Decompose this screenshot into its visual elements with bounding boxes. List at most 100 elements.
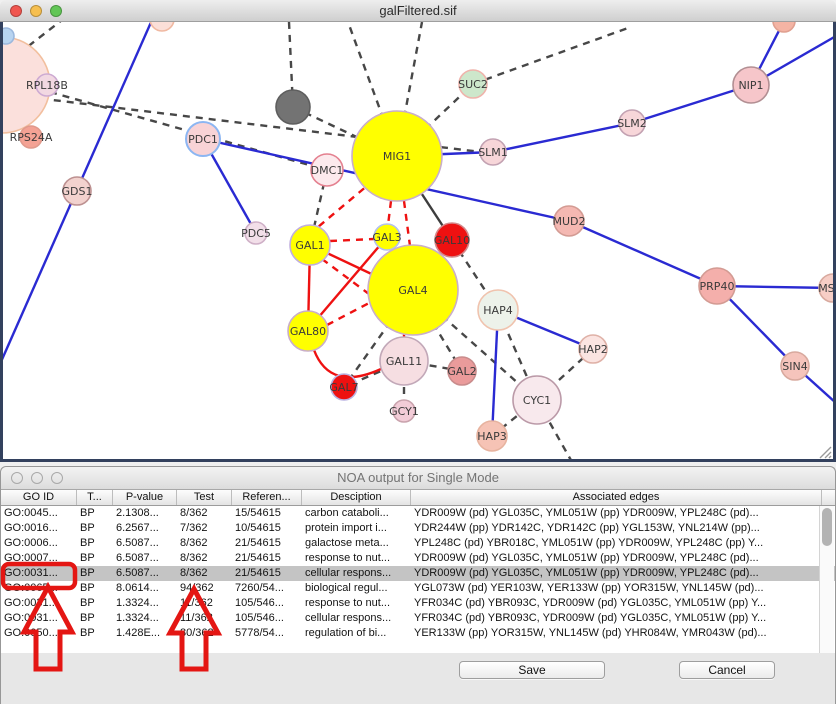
- minimize-button-icon[interactable]: [30, 5, 42, 17]
- cell-test: 94/362: [177, 581, 232, 596]
- cell-type: BP: [77, 506, 113, 521]
- column-header-test[interactable]: Test: [177, 490, 232, 505]
- node-label: HAP3: [477, 430, 506, 443]
- node-label: GAL1: [295, 239, 324, 252]
- network-node[interactable]: [150, 22, 174, 31]
- table-row[interactable]: GO:0016...BP6.2567...7/36210/54615protei…: [1, 521, 835, 536]
- network-edge[interactable]: [569, 221, 717, 286]
- cancel-button[interactable]: Cancel: [679, 661, 775, 679]
- node-label: RPS24A: [10, 131, 53, 144]
- cell-description: response to nut...: [302, 596, 411, 611]
- cell-edges: YFR034C (pd) YBR093C, YDR009W (pd) YGL03…: [411, 611, 822, 626]
- node-label: GAL11: [386, 355, 422, 368]
- close-button-icon-inactive[interactable]: [11, 472, 23, 484]
- node-label: SLM1: [478, 146, 508, 159]
- node-label: RPL18B: [26, 79, 68, 92]
- cell-test: 11/362: [177, 596, 232, 611]
- cell-goid: GO:0006...: [1, 536, 77, 551]
- network-edge[interactable]: [404, 201, 410, 246]
- resize-grip-icon[interactable]: [820, 447, 831, 458]
- cell-type: BP: [77, 611, 113, 626]
- cell-goid: GO:0050...: [1, 626, 77, 641]
- cell-pvalue: 2.1308...: [113, 506, 177, 521]
- table-row[interactable]: GO:0065...BP8.0614...94/3627260/54...bio…: [1, 581, 835, 596]
- cell-pvalue: 6.2567...: [113, 521, 177, 536]
- network-edge[interactable]: [388, 201, 391, 225]
- node-label: HAP4: [483, 304, 512, 317]
- node-label: NIP1: [738, 79, 763, 92]
- column-header-reference[interactable]: Referen...: [232, 490, 302, 505]
- cell-test: 80/362: [177, 626, 232, 641]
- node-label: GDS1: [62, 185, 93, 198]
- column-header-goid[interactable]: GO ID: [1, 490, 77, 505]
- cell-description: cellular respons...: [302, 611, 411, 626]
- node-label: SUC2: [458, 78, 488, 91]
- network-node[interactable]: [773, 22, 795, 32]
- cell-reference: 21/54615: [232, 551, 302, 566]
- node-label: CYC1: [523, 394, 551, 407]
- table-row[interactable]: GO:0050...BP1.428E...80/3625778/54...reg…: [1, 626, 835, 641]
- column-header-description[interactable]: Desciption: [302, 490, 411, 505]
- network-window-titlebar[interactable]: galFiltered.sif: [0, 0, 836, 22]
- network-canvas[interactable]: RPL18BRPS24AGDS1PDC1MIG1DMC1SUC2SLM1SLM2…: [0, 22, 836, 462]
- vertical-scrollbar[interactable]: [819, 506, 834, 653]
- cell-test: 8/362: [177, 506, 232, 521]
- noa-window-titlebar[interactable]: NOA output for Single Mode: [1, 467, 835, 490]
- node-label: DMC1: [311, 164, 344, 177]
- node-label: GAL4: [398, 284, 427, 297]
- cell-type: BP: [77, 551, 113, 566]
- column-header-pvalue[interactable]: P-value: [113, 490, 177, 505]
- node-label: GAL3: [372, 231, 401, 244]
- cell-goid: GO:0016...: [1, 521, 77, 536]
- cell-reference: 5778/54...: [232, 626, 302, 641]
- close-button-icon[interactable]: [10, 5, 22, 17]
- minimize-button-icon-inactive[interactable]: [31, 472, 43, 484]
- cell-test: 8/362: [177, 536, 232, 551]
- table-row[interactable]: GO:0045...BP2.1308...8/36215/54615carbon…: [1, 506, 835, 521]
- cell-test: 8/362: [177, 551, 232, 566]
- column-header-type[interactable]: T...: [77, 490, 113, 505]
- network-edge[interactable]: [473, 28, 628, 84]
- cell-test: 8/362: [177, 566, 232, 581]
- window-controls-inactive: [11, 472, 63, 484]
- cell-reference: 21/54615: [232, 536, 302, 551]
- cell-reference: 21/54615: [232, 566, 302, 581]
- node-label: MIG1: [383, 150, 411, 163]
- window-controls: [10, 5, 62, 17]
- network-edge[interactable]: [493, 123, 632, 152]
- node-label: GAL80: [290, 325, 326, 338]
- zoom-button-icon-inactive[interactable]: [51, 472, 63, 484]
- network-edge[interactable]: [330, 239, 374, 241]
- cell-edges: YFR034C (pd) YBR093C, YDR009W (pd) YGL03…: [411, 596, 822, 611]
- node-label: PDC1: [188, 133, 218, 146]
- noa-window: NOA output for Single Mode GO IDT...P-va…: [0, 466, 836, 704]
- zoom-button-icon[interactable]: [50, 5, 62, 17]
- column-header-edges[interactable]: Associated edges: [411, 490, 822, 505]
- cell-reference: 105/546...: [232, 611, 302, 626]
- cell-edges: YGL073W (pd) YER103W, YER133W (pp) YOR31…: [411, 581, 822, 596]
- node-label: PRP40: [700, 280, 735, 293]
- table-header-row: GO IDT...P-valueTestReferen...Desciption…: [1, 490, 835, 506]
- cell-reference: 7260/54...: [232, 581, 302, 596]
- table-row[interactable]: GO:0031...BP1.3324...11/362105/546...cel…: [1, 611, 835, 626]
- table-row[interactable]: GO:0006...BP6.5087...8/36221/54615galact…: [1, 536, 835, 551]
- resize-grip-icon[interactable]: [829, 456, 831, 458]
- table-row[interactable]: GO:0031...BP1.3324...11/362105/546...res…: [1, 596, 835, 611]
- network-edge[interactable]: [327, 302, 371, 325]
- cell-test: 7/362: [177, 521, 232, 536]
- cell-pvalue: 1.428E...: [113, 626, 177, 641]
- cell-goid: GO:0031...: [1, 596, 77, 611]
- cell-goid: GO:0031...: [1, 611, 77, 626]
- network-node[interactable]: [276, 90, 310, 124]
- column-header-spacer: [822, 490, 835, 505]
- table-row[interactable]: GO:0007...BP6.5087...8/36221/54615respon…: [1, 551, 835, 566]
- scrollbar-thumb[interactable]: [822, 508, 832, 546]
- cell-pvalue: 1.3324...: [113, 611, 177, 626]
- cell-pvalue: 6.5087...: [113, 551, 177, 566]
- network-window: RPL18BRPS24AGDS1PDC1MIG1DMC1SUC2SLM1SLM2…: [0, 0, 836, 462]
- cell-edges: YDR009W (pd) YGL035C, YML051W (pp) YDR00…: [411, 566, 822, 581]
- network-edge[interactable]: [322, 259, 373, 297]
- table-row[interactable]: GO:0031...BP6.5087...8/36221/54615cellul…: [1, 566, 835, 581]
- save-button[interactable]: Save: [459, 661, 605, 679]
- network-edge[interactable]: [314, 350, 381, 377]
